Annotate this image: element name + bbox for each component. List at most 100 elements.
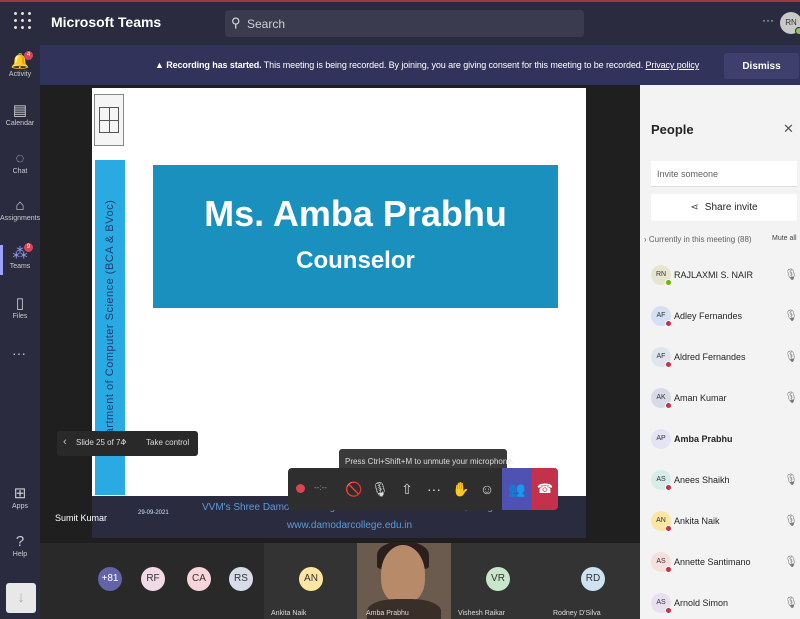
participant-video-amba[interactable]: [357, 543, 451, 619]
app-launcher-icon[interactable]: [14, 12, 32, 30]
participants-section-header[interactable]: › Currently in this meeting (88): [644, 235, 752, 244]
recording-consent-text: This meeting is being recorded. By joini…: [261, 60, 646, 70]
previous-slide-icon[interactable]: ‹: [63, 436, 67, 448]
app-rail: 🔔 4 Activity ▤ Calendar ◌ Chat ⌂ Assignm…: [0, 45, 40, 619]
participant-initials: AS: [656, 476, 666, 483]
presence-available-icon: [795, 27, 800, 35]
participant-avatar: AN: [651, 511, 672, 532]
close-icon[interactable]: ✕: [783, 121, 794, 137]
mic-off-icon[interactable]: 🎙: [368, 468, 392, 510]
profile-initials: RN: [785, 18, 797, 27]
slide-counter: Slide 25 of 74: [76, 438, 125, 447]
participant-row[interactable]: RN RAJLAXMI S. NAIR 🎙: [640, 257, 800, 298]
help-icon: ?: [15, 533, 25, 550]
share-invite-button[interactable]: ⋖ Share invite: [651, 194, 797, 221]
gallery-avatar[interactable]: RD: [581, 567, 605, 591]
slide-role: Counselor: [296, 247, 415, 274]
participant-avatar: AF: [651, 347, 672, 368]
rail-item-help[interactable]: ? Help: [0, 533, 40, 558]
search-icon: ⚲: [231, 15, 241, 30]
mic-off-icon: 🎙: [784, 310, 798, 322]
camera-off-icon[interactable]: 🚫: [342, 468, 366, 510]
video-face: [381, 545, 425, 603]
rail-item-files[interactable]: ▯ Files: [0, 295, 40, 320]
share-screen-icon[interactable]: ⇧: [395, 468, 419, 510]
search-input[interactable]: [247, 15, 567, 32]
participant-avatar: AP: [651, 429, 671, 449]
rail-item-assignments[interactable]: ⌂ Assignments: [0, 197, 40, 222]
participant-name: Ankita Naik: [674, 516, 720, 526]
participant-row[interactable]: AF Aldred Fernandes 🎙: [640, 339, 800, 380]
participant-avatar: AK: [651, 388, 672, 409]
search-box[interactable]: ⚲: [225, 10, 584, 37]
mute-all-button[interactable]: Mute all: [772, 235, 797, 242]
participant-initials: AN: [656, 517, 666, 524]
rail-more-apps-icon[interactable]: ···: [12, 345, 26, 361]
participant-initials: AF: [656, 353, 666, 360]
rail-item-chat[interactable]: ◌ Chat: [0, 150, 40, 175]
next-slide-icon[interactable]: ›: [123, 436, 127, 448]
participant-avatar: AS: [651, 593, 672, 614]
gallery-avatar[interactable]: RF: [141, 567, 165, 591]
participant-row[interactable]: AS Annette Santimano 🎙: [640, 544, 800, 585]
participant-row[interactable]: AS Anees Shaikh 🎙: [640, 462, 800, 503]
people-title: People: [651, 122, 694, 137]
participant-name: Adley Fernandes: [674, 311, 743, 321]
mic-off-icon: 🎙: [784, 556, 798, 568]
gallery-name: Vishesh Raikar: [458, 610, 505, 617]
dismiss-button[interactable]: Dismiss: [724, 53, 799, 79]
participant-row[interactable]: AN Ankita Naik 🎙: [640, 503, 800, 544]
leave-call-icon[interactable]: ☎: [532, 468, 558, 510]
people-icon: 👥: [508, 481, 526, 497]
participants-count: Currently in this meeting (88): [648, 235, 752, 244]
gallery-avatar[interactable]: AN: [299, 567, 323, 591]
more-actions-icon[interactable]: ···: [422, 468, 446, 510]
gallery-avatar[interactable]: VR: [486, 567, 510, 591]
meeting-controls: --:-- 🚫 🎙 ⇧ ··· ✋ ☺ 👥 ☎: [288, 468, 558, 510]
college-logo: [94, 94, 124, 146]
invite-input[interactable]: [651, 161, 797, 187]
participant-row[interactable]: AF Adley Fernandes 🎙: [640, 298, 800, 339]
participant-initials: AP: [656, 435, 666, 442]
rail-item-teams[interactable]: ⁂ 9 Teams: [0, 243, 40, 270]
files-icon: ▯: [15, 295, 25, 312]
chat-bubble-icon[interactable]: ☺: [475, 468, 499, 510]
participant-name: RAJLAXMI S. NAIR: [674, 270, 754, 280]
slide-name: Ms. Amba Prabhu: [204, 193, 507, 234]
participant-row[interactable]: AS Arnold Simon 🎙: [640, 585, 800, 619]
raise-hand-icon[interactable]: ✋: [449, 468, 473, 510]
participant-row[interactable]: AK Aman Kumar 🎙: [640, 380, 800, 421]
profile-avatar[interactable]: RN: [780, 12, 800, 35]
meeting-timer: --:--: [314, 483, 327, 492]
more-options-icon[interactable]: ···: [762, 13, 774, 27]
gallery-name: Ankita Naik: [271, 610, 307, 617]
gallery-avatar[interactable]: RS: [229, 567, 253, 591]
rail-item-label: Files: [12, 313, 28, 320]
rail-item-calendar[interactable]: ▤ Calendar: [0, 102, 40, 127]
presence-icon: [665, 525, 672, 532]
participant-name: Annette Santimano: [674, 557, 751, 567]
teams-icon: ⁂: [12, 245, 28, 262]
privacy-policy-link[interactable]: Privacy policy: [646, 60, 700, 70]
presence-icon: [665, 361, 672, 368]
rail-item-label: Assignments: [0, 215, 41, 222]
gallery-avatar[interactable]: CA: [187, 567, 211, 591]
share-icon: ⋖: [690, 202, 699, 213]
participant-row[interactable]: AP Amba Prabhu: [640, 421, 800, 462]
mic-off-icon: 🎙: [784, 515, 798, 527]
gallery-avatar[interactable]: +81: [98, 567, 122, 591]
slide-title-box: Ms. Amba Prabhu Counselor: [153, 165, 558, 308]
download-icon[interactable]: ↓: [6, 583, 36, 613]
presenter-label: Sumit Kumar: [55, 513, 108, 523]
rail-item-apps[interactable]: ⊞ Apps: [0, 485, 40, 510]
share-invite-label: Share invite: [704, 202, 758, 213]
window-accent-line: [0, 0, 800, 2]
recording-banner: ▲ Recording has started. This meeting is…: [40, 45, 800, 85]
take-control-button[interactable]: Take control: [146, 438, 189, 447]
recording-dot-icon: [296, 484, 305, 493]
people-toggle[interactable]: 👥: [502, 468, 532, 510]
mic-off-icon: 🎙: [784, 597, 798, 609]
rail-item-activity[interactable]: 🔔 4 Activity: [0, 51, 40, 78]
chat-icon: ◌: [15, 150, 25, 167]
gallery-name: Rodney D'Silva: [553, 610, 601, 617]
